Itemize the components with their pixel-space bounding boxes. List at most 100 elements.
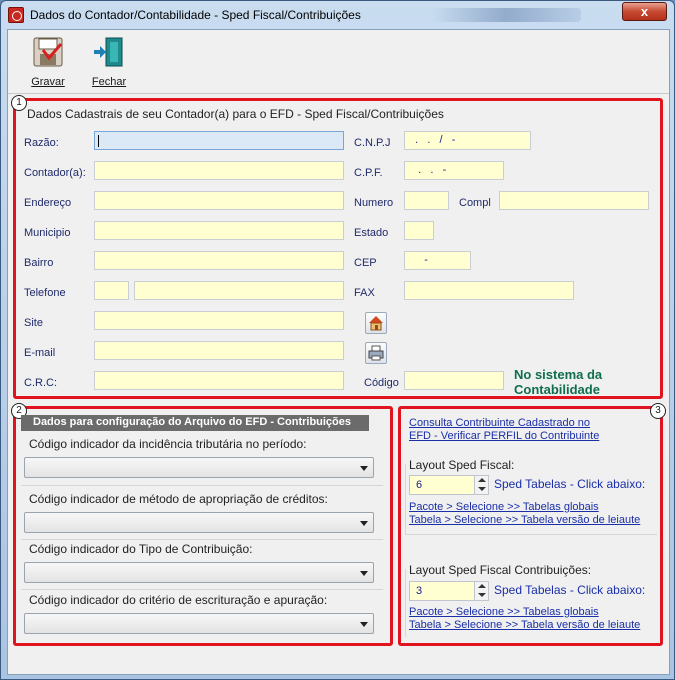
close-button[interactable]: Fechar (84, 36, 134, 90)
contrib-divider (405, 569, 406, 637)
section-1-title: Dados Cadastrais de seu Contador(a) para… (27, 107, 444, 121)
estado-input[interactable] (404, 221, 434, 240)
toolbar: Gravar Fechar (8, 30, 669, 94)
floppy-disk-icon (33, 37, 63, 67)
close-window-button[interactable]: x (622, 2, 667, 21)
spinner-buttons[interactable] (474, 476, 488, 494)
spinner-buttons[interactable] (474, 582, 488, 600)
label-cep: CEP (354, 257, 377, 269)
label-site: Site (24, 317, 43, 329)
exit-door-icon (94, 37, 123, 67)
print-email-button[interactable] (365, 342, 387, 364)
contabilidade-note: No sistema da Contabilidade (514, 367, 602, 397)
fiscal-divider (405, 464, 406, 534)
layout-fiscal-value: 6 (416, 479, 423, 491)
bairro-input[interactable] (94, 251, 344, 270)
label-bairro: Bairro (24, 257, 54, 269)
fax-input[interactable] (404, 281, 574, 300)
razao-input[interactable] (94, 131, 344, 150)
app-icon (8, 7, 24, 23)
arrow-up-icon (478, 584, 486, 588)
arrow-down-icon (478, 487, 486, 491)
label-codigo: Código (364, 377, 399, 389)
label-telefone: Telefone (24, 287, 66, 299)
open-site-button[interactable] (365, 312, 387, 334)
label-razao: Razão: (24, 137, 59, 149)
chevron-down-icon (360, 521, 368, 526)
telefone-ddd-input[interactable] (94, 281, 129, 300)
contrib-tabelas-label: Sped Tabelas - Click abaixo: (494, 583, 646, 597)
arrow-up-icon (478, 478, 486, 482)
contrib-pacote-link[interactable]: Pacote > Selecione >> Tabelas globais (409, 606, 599, 618)
label-compl: Compl (459, 197, 491, 209)
label-cpf: C.P.F. (354, 167, 383, 179)
incidencia-select[interactable] (24, 457, 374, 478)
main-window: Dados do Contador/Contabilidade - Sped F… (0, 0, 675, 680)
label-endereco: Endereço (24, 197, 72, 209)
layout-contrib-caption: Layout Sped Fiscal Contribuições: (409, 563, 592, 577)
codigo-input[interactable] (404, 371, 504, 390)
label-fax: FAX (354, 287, 375, 299)
fiscal-bottom-divider (405, 534, 657, 535)
close-button-label: Fechar (91, 76, 127, 88)
contador-input[interactable] (94, 161, 344, 180)
printer-icon (368, 345, 384, 361)
criterio-group: Código indicador do critério de escritur… (21, 593, 383, 639)
compl-input[interactable] (499, 191, 649, 210)
label-municipio: Municipio (24, 227, 71, 239)
fiscal-pacote-link[interactable]: Pacote > Selecione >> Tabelas globais (409, 501, 599, 513)
tipo-contribuicao-select[interactable] (24, 562, 374, 583)
layout-fiscal-spinner[interactable]: 6 (409, 475, 489, 495)
window-title: Dados do Contador/Contabilidade - Sped F… (30, 8, 361, 22)
home-icon (369, 316, 383, 331)
cnpj-input[interactable]: . . / - (404, 131, 531, 150)
consulta-contribuinte-link-line2[interactable]: EFD - Verificar PERFIL do Contribuinte (409, 430, 599, 442)
consulta-contribuinte-link-line1[interactable]: Consulta Contribuinte Cadastrado no (409, 417, 590, 429)
cep-input[interactable]: - (404, 251, 471, 270)
section-2-header: Dados para configuração do Arquivo do EF… (21, 415, 369, 431)
layout-contrib-value: 3 (416, 585, 423, 597)
cpf-input[interactable]: . . - (404, 161, 504, 180)
tipo-contribuicao-group: Código indicador do Tipo de Contribuição… (21, 542, 383, 588)
save-button-label: Gravar (31, 76, 65, 88)
contabilidade-note-line1: No sistema da (514, 367, 603, 382)
label-contador: Contador(a): (24, 167, 86, 179)
crc-input[interactable] (94, 371, 344, 390)
criterio-caption: Código indicador do critério de escritur… (29, 593, 328, 607)
layout-fiscal-caption: Layout Sped Fiscal: (409, 458, 515, 472)
arrow-down-icon (478, 593, 486, 597)
label-numero: Numero (354, 197, 394, 209)
tipo-contribuicao-caption: Código indicador do Tipo de Contribuição… (29, 542, 253, 556)
incidencia-group: Código indicador da incidência tributári… (21, 437, 383, 483)
label-email: E-mail (24, 347, 56, 359)
incidencia-caption: Código indicador da incidência tributári… (29, 437, 307, 451)
endereco-input[interactable] (94, 191, 344, 210)
apropriacao-select[interactable] (24, 512, 374, 533)
contrib-tabela-link[interactable]: Tabela > Selecione >> Tabela versão de l… (409, 619, 640, 631)
label-cnpj: C.N.P.J (354, 137, 391, 149)
group-divider (21, 485, 383, 486)
apropriacao-caption: Código indicador de método de apropriaçã… (29, 492, 328, 506)
site-input[interactable] (94, 311, 344, 330)
group-divider (21, 539, 383, 540)
label-crc: C.R.C: (24, 377, 57, 389)
chevron-down-icon (360, 571, 368, 576)
email-input[interactable] (94, 341, 344, 360)
numero-input[interactable] (404, 191, 449, 210)
apropriacao-group: Código indicador de método de apropriaçã… (21, 492, 383, 538)
contabilidade-note-line2: Contabilidade (514, 382, 600, 397)
title-bar[interactable]: Dados do Contador/Contabilidade - Sped F… (1, 1, 674, 29)
group-divider (21, 589, 383, 590)
section-1-badge: 1 (11, 95, 27, 111)
telefone-input[interactable] (134, 281, 344, 300)
label-estado: Estado (354, 227, 389, 239)
title-bar-blur (431, 8, 581, 22)
chevron-down-icon (360, 622, 368, 627)
fiscal-tabelas-label: Sped Tabelas - Click abaixo: (494, 477, 646, 491)
criterio-select[interactable] (24, 613, 374, 634)
section-3-badge: 3 (650, 403, 666, 419)
municipio-input[interactable] (94, 221, 344, 240)
save-button[interactable]: Gravar (23, 36, 73, 90)
layout-contrib-spinner[interactable]: 3 (409, 581, 489, 601)
fiscal-tabela-link[interactable]: Tabela > Selecione >> Tabela versão de l… (409, 514, 640, 526)
